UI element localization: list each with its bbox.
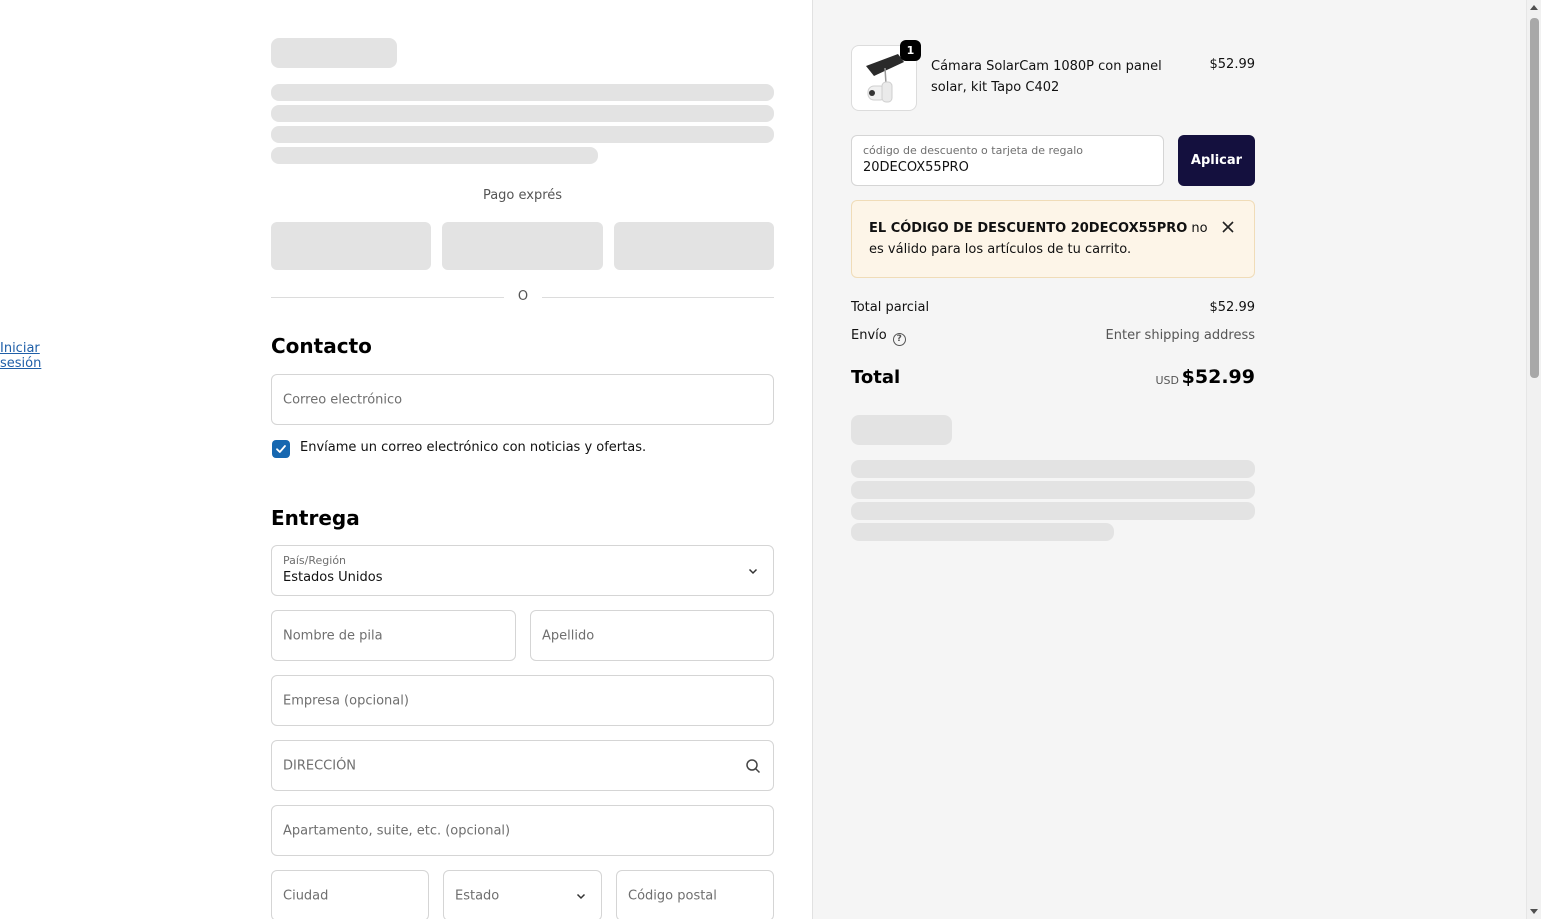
page-scrollbar[interactable] bbox=[1526, 0, 1541, 919]
company-placeholder: Empresa (opcional) bbox=[283, 693, 409, 708]
apartment-placeholder: Apartamento, suite, etc. (opcional) bbox=[283, 823, 511, 838]
skeleton-line bbox=[851, 460, 1255, 478]
country-select[interactable]: País/Región Estados Unidos bbox=[271, 545, 774, 596]
scroll-up-arrow-icon[interactable] bbox=[1530, 5, 1538, 10]
discount-error-alert: EL CÓDIGO DE DESCUENTO 20DECOX55PRO no e… bbox=[851, 200, 1255, 278]
skeleton-line bbox=[271, 126, 774, 143]
first-name-placeholder: Nombre de pila bbox=[283, 628, 383, 643]
total-label: Total bbox=[851, 367, 901, 388]
alert-message-bold: EL CÓDIGO DE DESCUENTO 20DECOX55PRO bbox=[869, 221, 1188, 236]
skeleton-heading bbox=[851, 415, 952, 445]
scrollbar-thumb[interactable] bbox=[1530, 18, 1539, 378]
alert-message: EL CÓDIGO DE DESCUENTO 20DECOX55PRO no e… bbox=[869, 218, 1209, 260]
delivery-heading: Entrega bbox=[271, 506, 360, 530]
state-placeholder: Estado bbox=[455, 888, 500, 903]
state-select[interactable]: Estado bbox=[443, 870, 602, 919]
discount-code-label: código de descuento o tarjeta de regalo bbox=[863, 144, 1084, 157]
subtotal-label: Total parcial bbox=[851, 300, 930, 315]
checkmark-icon bbox=[276, 445, 286, 453]
newsletter-label: Envíame un correo electrónico con notici… bbox=[300, 440, 647, 455]
shipping-label: Envío bbox=[851, 328, 887, 343]
discount-code-field[interactable]: código de descuento o tarjeta de regalo … bbox=[851, 135, 1164, 186]
city-field[interactable]: Ciudad bbox=[271, 870, 429, 919]
product-name: Cámara SolarCam 1080P con panel solar, k… bbox=[931, 59, 1162, 95]
chevron-down-icon bbox=[748, 568, 758, 574]
quantity-badge: 1 bbox=[900, 40, 921, 61]
skeleton-line bbox=[851, 523, 1114, 541]
apartment-field[interactable]: Apartamento, suite, etc. (opcional) bbox=[271, 805, 774, 856]
currency-code: USD bbox=[1155, 374, 1179, 387]
scroll-down-arrow-icon[interactable] bbox=[1530, 909, 1538, 914]
express-pay-button-placeholder[interactable] bbox=[271, 222, 431, 270]
skeleton-line bbox=[851, 502, 1255, 520]
subtotal-row: Total parcial $52.99 bbox=[851, 300, 1255, 315]
zip-placeholder: Código postal bbox=[628, 888, 717, 903]
email-placeholder: Correo electrónico bbox=[283, 392, 403, 407]
product-price: $52.99 bbox=[1209, 57, 1256, 72]
country-label: País/Región bbox=[283, 554, 347, 567]
divider bbox=[271, 297, 504, 298]
help-icon[interactable]: ? bbox=[892, 333, 906, 346]
subtotal-value: $52.99 bbox=[1209, 300, 1256, 315]
email-field[interactable]: Correo electrónico bbox=[271, 374, 774, 425]
address-field[interactable]: DIRECCIÓN bbox=[271, 740, 774, 791]
skeleton-line bbox=[271, 147, 598, 164]
express-checkout-label: Pago exprés bbox=[482, 188, 563, 203]
country-value: Estados Unidos bbox=[283, 570, 383, 585]
checkout-form-panel: Pago exprés O Contacto Iniciar sesión Co… bbox=[0, 0, 812, 919]
newsletter-checkbox[interactable] bbox=[272, 440, 290, 458]
divider bbox=[542, 297, 774, 298]
skeleton-line bbox=[271, 84, 774, 101]
express-pay-button-placeholder[interactable] bbox=[442, 222, 603, 270]
apply-discount-button[interactable]: Aplicar bbox=[1178, 135, 1255, 186]
search-icon bbox=[746, 758, 761, 773]
chevron-down-icon bbox=[576, 893, 586, 899]
divider-or-text: O bbox=[517, 289, 529, 304]
shipping-row: Envío? Enter shipping address bbox=[851, 328, 1255, 346]
close-icon[interactable] bbox=[1221, 220, 1235, 234]
shipping-value: Enter shipping address bbox=[1105, 328, 1255, 343]
address-placeholder: DIRECCIÓN bbox=[283, 758, 357, 773]
skeleton-line bbox=[851, 481, 1255, 499]
last-name-placeholder: Apellido bbox=[542, 628, 595, 643]
contact-heading: Contacto bbox=[271, 334, 372, 358]
skeleton-heading bbox=[271, 38, 397, 68]
total-value: $52.99 bbox=[1181, 366, 1255, 388]
zip-field[interactable]: Código postal bbox=[616, 870, 774, 919]
discount-code-value: 20DECOX55PRO bbox=[863, 160, 969, 175]
skeleton-line bbox=[271, 105, 774, 122]
first-name-field[interactable]: Nombre de pila bbox=[271, 610, 516, 661]
city-placeholder: Ciudad bbox=[283, 888, 329, 903]
company-field[interactable]: Empresa (opcional) bbox=[271, 675, 774, 726]
login-link[interactable]: Iniciar sesión bbox=[0, 341, 45, 371]
last-name-field[interactable]: Apellido bbox=[530, 610, 774, 661]
express-pay-button-placeholder[interactable] bbox=[614, 222, 774, 270]
